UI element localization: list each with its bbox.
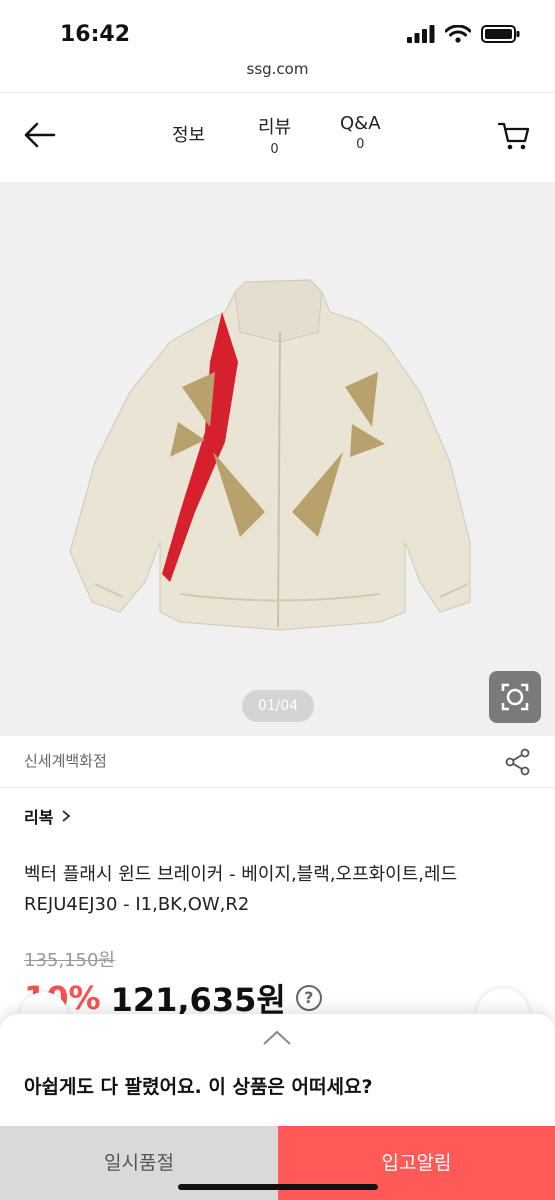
store-row: 신세계백화점 — [0, 736, 555, 788]
gallery-indicator: 01/04 — [242, 690, 314, 722]
original-price: 135,150원 — [24, 950, 115, 971]
cart-icon[interactable] — [497, 119, 531, 153]
share-icon[interactable] — [505, 748, 531, 776]
brand-name: 리복 — [24, 808, 54, 827]
soldout-message: 아쉽게도 다 팔렸어요. 이 상품은 어떠세요? — [24, 1076, 373, 1098]
store-name[interactable]: 신세계백화점 — [24, 750, 107, 771]
status-bar: 16:42 — [0, 0, 555, 60]
chevron-right-icon — [62, 810, 71, 822]
wifi-icon — [445, 25, 471, 43]
tab-review-count: 0 — [270, 142, 279, 157]
browser-url[interactable]: ssg.com — [0, 60, 555, 78]
tab-qna[interactable]: Q&A 0 — [340, 113, 381, 152]
tab-info-label: 정보 — [172, 125, 206, 146]
price-help-icon[interactable]: ? — [295, 985, 322, 1011]
chevron-up-icon[interactable] — [262, 1028, 292, 1046]
tab-info[interactable]: 정보 — [172, 121, 205, 147]
image-search-button[interactable] — [489, 671, 541, 723]
tab-qna-count: 0 — [356, 137, 365, 152]
product-header: 정보 리뷰 0 Q&A 0 — [0, 92, 555, 182]
signal-icon — [407, 25, 435, 43]
tab-qna-label: Q&A — [340, 113, 381, 134]
jacket-image — [69, 279, 471, 631]
status-icons — [407, 24, 521, 44]
camera-lens-icon — [501, 683, 529, 711]
battery-icon — [481, 25, 520, 43]
product-image[interactable]: 01/04 — [0, 182, 555, 736]
back-arrow-icon[interactable] — [22, 117, 58, 153]
tab-review[interactable]: 리뷰 0 — [258, 113, 291, 157]
tab-review-label: 리뷰 — [258, 117, 292, 138]
soldout-sheet: 아쉽게도 다 팔렸어요. 이 상품은 어떠세요? 일시품절 입고알림 — [0, 1014, 555, 1200]
brand-link[interactable]: 리복 — [24, 804, 71, 828]
home-indicator — [178, 1184, 378, 1190]
product-title: 벡터 플래시 윈드 브레이커 - 베이지,블랙,오프화이트,레드 REJU4EJ… — [24, 864, 458, 915]
status-time: 16:42 — [60, 22, 131, 47]
